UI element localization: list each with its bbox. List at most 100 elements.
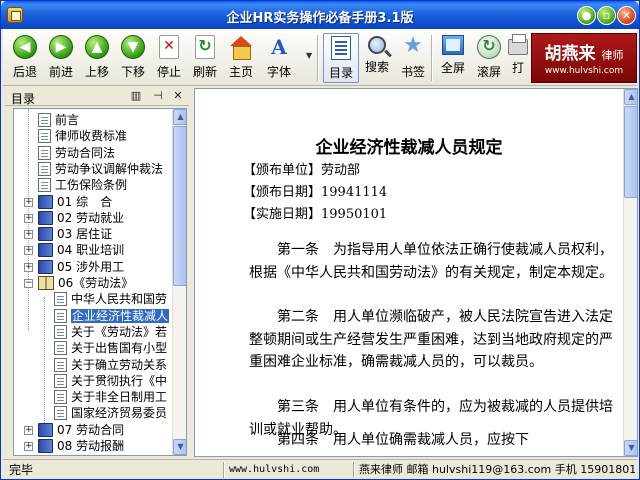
tree-item[interactable]: 关于确立劳动关系 bbox=[54, 357, 167, 374]
font-button[interactable]: 字体 bbox=[261, 33, 297, 83]
status-divider bbox=[353, 462, 355, 478]
tree-item-label: 国家经济贸易委员 bbox=[71, 406, 168, 421]
toc-scrollbar[interactable]: ▲ ▼ bbox=[172, 109, 186, 455]
book-icon bbox=[38, 210, 53, 225]
expand-icon[interactable]: + bbox=[24, 230, 33, 240]
document-icon bbox=[54, 308, 67, 323]
font-icon bbox=[267, 35, 291, 59]
expand-icon[interactable]: + bbox=[24, 246, 33, 256]
toc-scroll-thumb[interactable] bbox=[173, 126, 186, 286]
tree-item[interactable]: 关于非全日制用工 bbox=[54, 389, 167, 406]
back-button[interactable]: 后退 bbox=[7, 33, 43, 83]
tree-item[interactable]: 劳动争议调解仲裁法 bbox=[38, 161, 163, 178]
document-paragraph: 第一条 为指导用人单位依法正确行使裁减人员权利，根据《中华人民共和国劳动法》的有… bbox=[249, 242, 613, 281]
tree-item[interactable]: 工伤保险条例 bbox=[38, 177, 127, 194]
pane-close-icon[interactable]: ✕ bbox=[171, 89, 185, 103]
document-icon bbox=[38, 113, 51, 127]
tree-item[interactable]: +03 居住证 bbox=[24, 226, 112, 243]
tree-item-label: 02 劳动就业 bbox=[57, 210, 125, 225]
tree-item-label: 01 综 合 bbox=[57, 194, 113, 209]
print-icon bbox=[508, 34, 528, 55]
document-scrollbar[interactable]: ▲ ▼ bbox=[623, 89, 637, 456]
expand-icon[interactable]: + bbox=[24, 262, 33, 272]
stop-button[interactable]: 停止 bbox=[151, 33, 187, 83]
expand-icon[interactable]: + bbox=[24, 197, 33, 207]
tree-item[interactable]: 关于贯彻执行《中 bbox=[54, 373, 167, 390]
refresh-label: 刷新 bbox=[192, 65, 217, 79]
toc-button[interactable]: 目录 bbox=[323, 33, 359, 83]
tree-item[interactable]: 中华人民共和国劳 bbox=[54, 291, 167, 308]
toolbar: 后退 前进 上移 下移 停止 刷新 主页 字体 ▼ bbox=[3, 29, 637, 86]
expand-icon[interactable]: + bbox=[24, 442, 33, 451]
status-contact: 燕来律师 邮箱 hulvshi119@163.com 手机 15901801 bbox=[359, 463, 635, 476]
document-icon bbox=[54, 357, 67, 372]
scroll-button[interactable]: 滚屏 bbox=[471, 33, 507, 83]
tree-item-label: 07 劳动合同 bbox=[57, 422, 125, 437]
scroll-down-arrow-icon[interactable]: ▼ bbox=[173, 439, 186, 455]
tree-item-label: 前言 bbox=[55, 113, 80, 127]
close-button[interactable]: ✕ bbox=[617, 6, 636, 25]
bookmark-label: 书签 bbox=[400, 65, 425, 79]
font-label: 字体 bbox=[266, 65, 291, 79]
tree-item[interactable]: 关于《劳动法》若 bbox=[54, 324, 167, 341]
tree-item[interactable]: 企业经济性裁减人 bbox=[54, 308, 170, 325]
tree-item[interactable]: − 06《劳动法》 bbox=[24, 275, 133, 292]
tree-item[interactable]: +07 劳动合同 bbox=[24, 422, 125, 439]
collapse-icon[interactable]: − bbox=[24, 279, 33, 288]
maximize-icon: ▫ bbox=[602, 9, 611, 22]
search-label: 搜索 bbox=[364, 60, 389, 74]
forward-button[interactable]: 前进 bbox=[43, 33, 79, 83]
tree-item-label: 劳动争议调解仲裁法 bbox=[55, 161, 164, 176]
refresh-button[interactable]: 刷新 bbox=[187, 33, 223, 83]
document-icon bbox=[54, 324, 67, 339]
scroll-down-arrow-icon[interactable]: ▼ bbox=[624, 440, 637, 456]
maximize-button[interactable]: ▫ bbox=[597, 6, 616, 25]
document-title: 企业经济性裁减人员规定 bbox=[315, 138, 503, 158]
tree-item[interactable]: 律师收费标准 bbox=[38, 128, 127, 145]
font-dropdown-arrow-icon[interactable]: ▼ bbox=[306, 51, 312, 60]
meta-value: 劳动部 bbox=[321, 163, 361, 178]
document-scroll-thumb[interactable] bbox=[624, 106, 637, 198]
tree-item[interactable]: +05 涉外用工 bbox=[24, 259, 124, 276]
pin-icon[interactable]: ⊣ bbox=[151, 89, 165, 103]
tree-item[interactable]: 劳动合同法 bbox=[38, 145, 115, 162]
tree-item[interactable]: +04 职业培训 bbox=[24, 242, 124, 259]
move-up-button[interactable]: 上移 bbox=[79, 33, 115, 83]
document-view[interactable]: 企业经济性裁减人员规定 【颁布单位】劳动部【颁布日期】19941114 【实施日期… bbox=[194, 88, 638, 457]
document-icon bbox=[54, 406, 67, 421]
meta-key: 【颁布单位】 bbox=[243, 163, 322, 178]
book-icon bbox=[38, 259, 53, 274]
logo-name: 胡燕来 律师 bbox=[532, 39, 636, 64]
toc-tree[interactable]: 前言 律师收费标准 劳动合同法 劳动争议调解仲裁法 工伤保险条例 +01 综 合 +02 劳… bbox=[13, 108, 187, 456]
fullscreen-label: 全屏 bbox=[440, 61, 465, 75]
tree-item[interactable]: 国家经济贸易委员 bbox=[54, 405, 167, 422]
expand-icon[interactable]: + bbox=[24, 213, 33, 223]
move-down-button[interactable]: 下移 bbox=[115, 33, 151, 83]
tree-item[interactable]: +08 劳动报酬 bbox=[24, 438, 124, 455]
meta-key: 【实施日期】 bbox=[243, 207, 322, 222]
bookmark-button[interactable]: 书签 bbox=[395, 33, 431, 83]
tree-item[interactable]: 关于出售国有小型 bbox=[54, 340, 167, 357]
brand-logo[interactable]: 胡燕来 律师 www.hulvshi.com bbox=[531, 33, 637, 83]
meta-row: 【颁布日期】19941114 bbox=[243, 181, 387, 200]
tree-item[interactable]: 前言 bbox=[38, 112, 79, 129]
bookmark-star-icon bbox=[401, 33, 425, 59]
title-bar[interactable]: 企业HR实务操作必备手册3.1版 ● ▫ ✕ bbox=[1, 1, 639, 29]
document-icon bbox=[54, 292, 67, 307]
tree-item[interactable]: +01 综 合 bbox=[24, 194, 113, 211]
scroll-up-arrow-icon[interactable]: ▲ bbox=[624, 89, 637, 105]
print-button[interactable]: 打 bbox=[507, 33, 529, 83]
tree-item[interactable]: +02 劳动就业 bbox=[24, 210, 125, 227]
logo-main-text: 胡燕来 bbox=[544, 44, 596, 64]
home-button[interactable]: 主页 bbox=[223, 33, 259, 83]
expand-icon[interactable]: + bbox=[24, 425, 33, 435]
fullscreen-button[interactable]: 全屏 bbox=[435, 33, 471, 83]
document-icon bbox=[54, 373, 67, 388]
minimize-button[interactable]: ● bbox=[577, 6, 596, 25]
search-icon bbox=[368, 36, 386, 54]
home-icon bbox=[229, 35, 253, 60]
scroll-up-arrow-icon[interactable]: ▲ bbox=[173, 109, 186, 125]
search-button[interactable]: 搜索 bbox=[359, 33, 395, 83]
meta-value: 19950101 bbox=[321, 207, 388, 222]
pane-menu-icon[interactable]: ▥ bbox=[129, 89, 143, 103]
